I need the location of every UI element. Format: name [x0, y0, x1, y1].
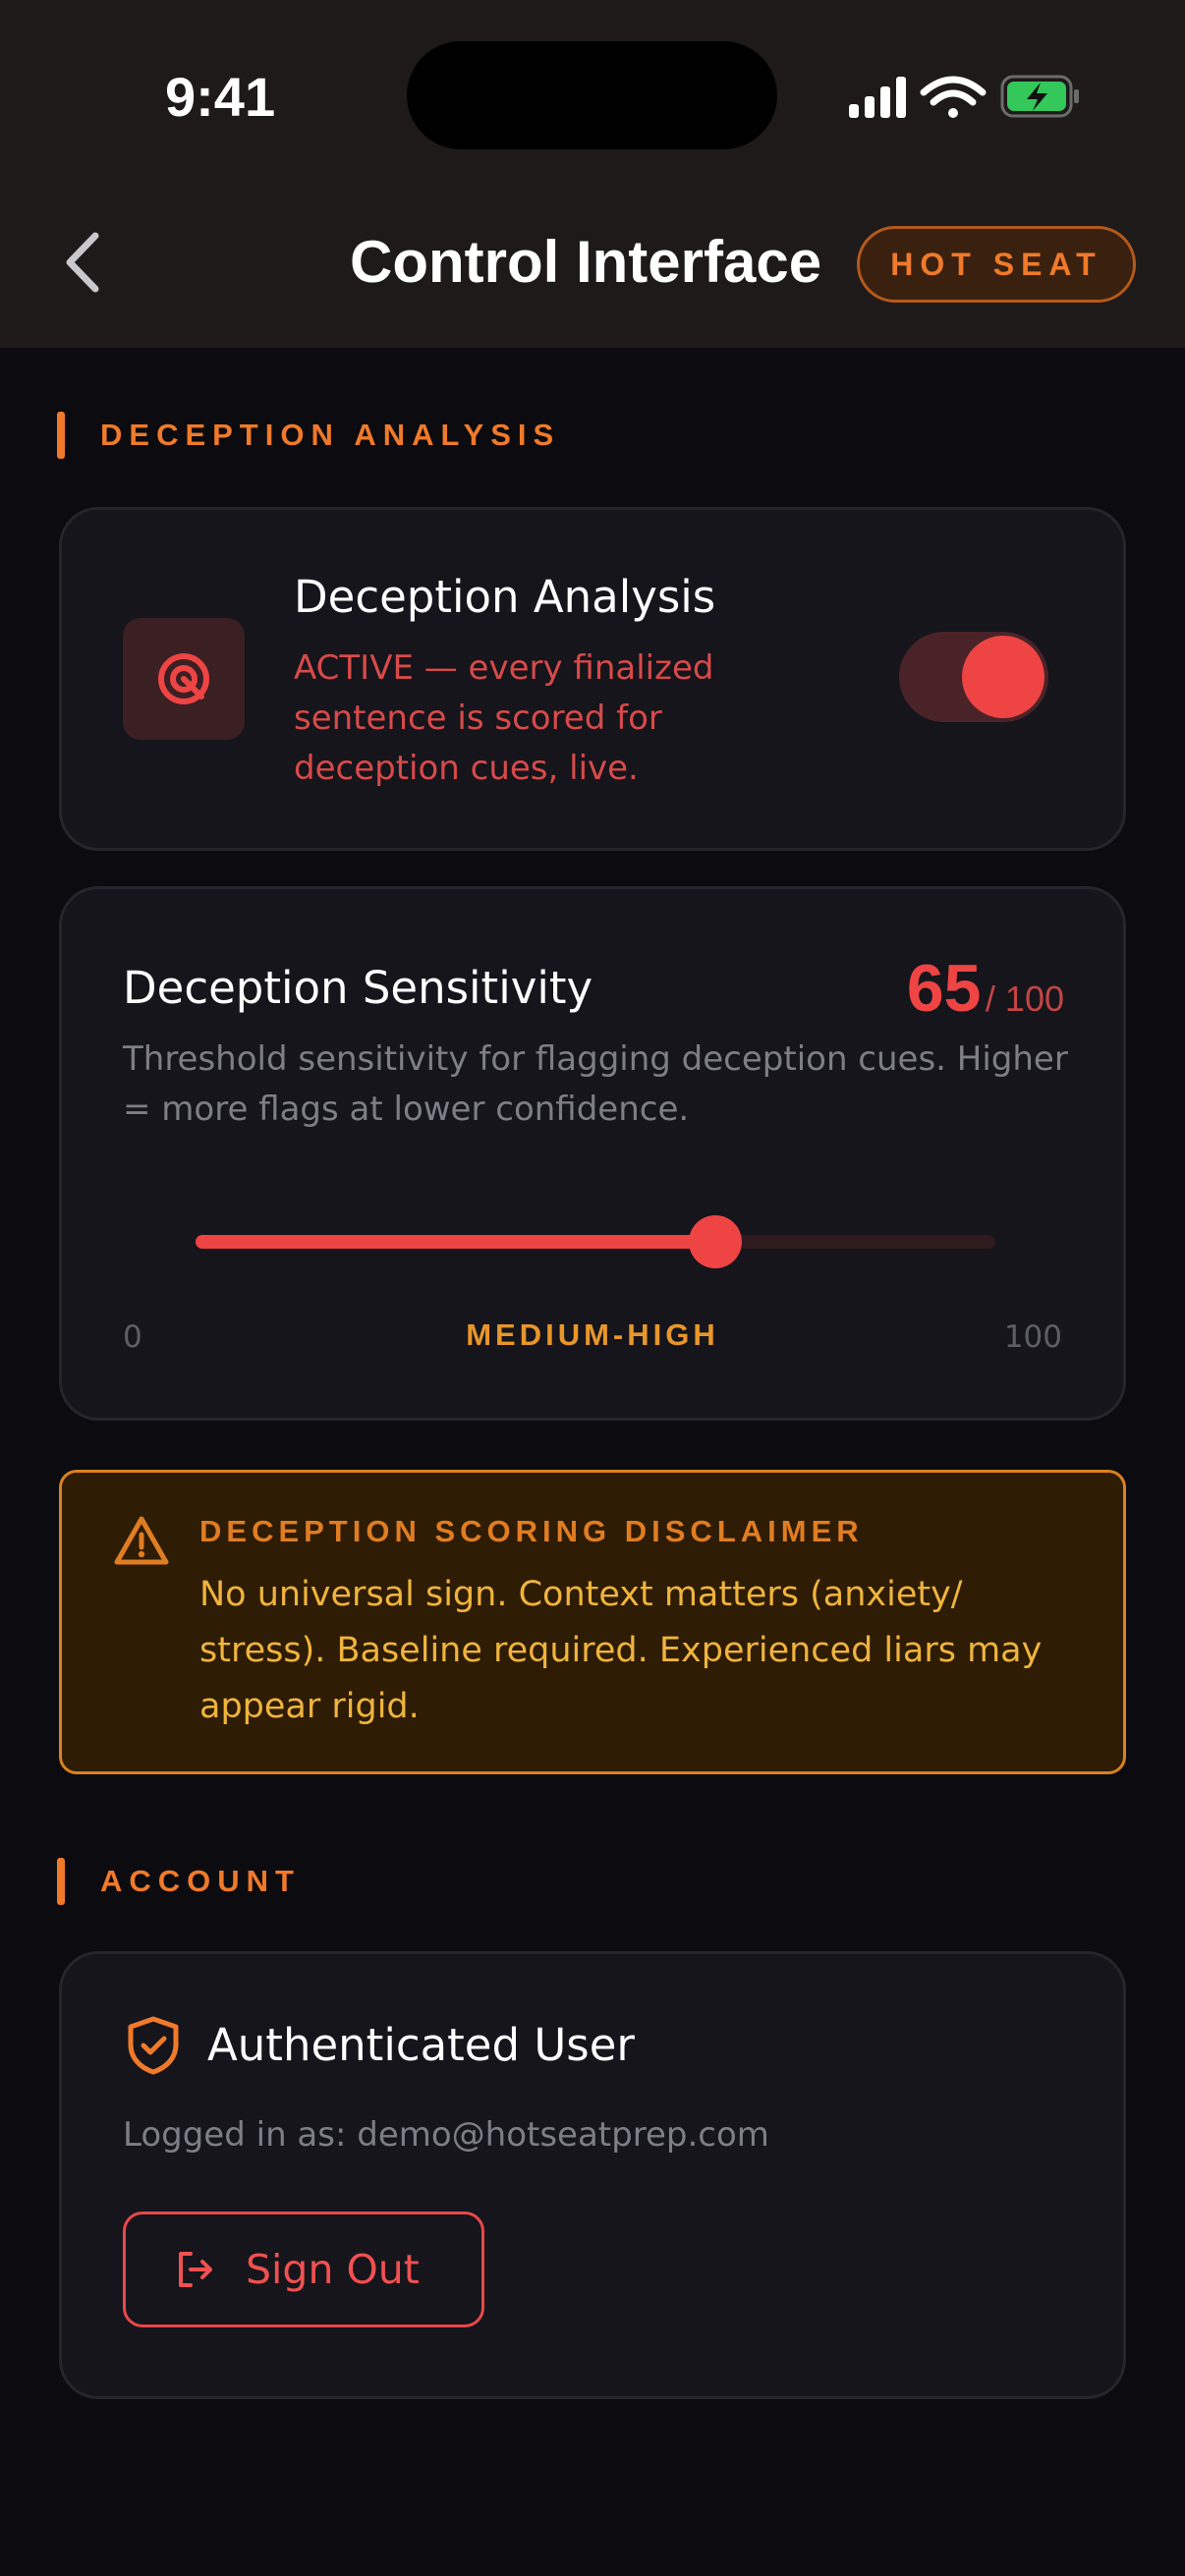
logged-in-text: Logged in as: demo@hotseatprep.com [123, 2115, 769, 2155]
target-icon-tile [123, 618, 245, 740]
hot-seat-badge: HOT SEAT [857, 226, 1136, 303]
dynamic-island [407, 41, 777, 149]
deception-analysis-toggle[interactable] [899, 632, 1048, 722]
analysis-status-text: ACTIVE — every finalized sentence is sco… [294, 648, 714, 788]
toggle-knob [962, 636, 1044, 718]
section-accent-bar [57, 1858, 65, 1905]
scale-max-label: 100 [1003, 1319, 1062, 1355]
sensitivity-title: Deception Sensitivity [123, 962, 593, 1014]
page-title: Control Interface [350, 229, 822, 295]
section-label: DECEPTION ANALYSIS [100, 418, 561, 452]
disclaimer-box: DECEPTION SCORING DISCLAIMER No universa… [59, 1470, 1126, 1774]
cellular-signal-icon [849, 77, 906, 118]
shield-check-icon [128, 2016, 179, 2075]
section-header-account: ACCOUNT [57, 1857, 301, 1906]
sensitivity-description: Threshold sensitivity for flagging decep… [123, 1039, 1068, 1129]
section-label: ACCOUNT [100, 1864, 301, 1898]
wifi-icon [920, 76, 987, 118]
target-icon [158, 653, 209, 704]
sign-out-icon [179, 2252, 212, 2287]
sensitivity-level-label: MEDIUM-HIGH [466, 1317, 719, 1352]
analysis-title: Deception Analysis [294, 571, 716, 623]
sensitivity-max: / 100 [985, 979, 1064, 1019]
slider-fill [196, 1235, 716, 1249]
disclaimer-title: DECEPTION SCORING DISCLAIMER [199, 1514, 864, 1548]
chevron-left-icon [66, 232, 99, 293]
status-time: 9:41 [165, 66, 276, 128]
status-icons [849, 75, 1079, 118]
back-button[interactable] [53, 218, 112, 307]
sensitivity-number: 65 [906, 951, 982, 1026]
warning-triangle-icon [114, 1516, 169, 1565]
sign-out-label: Sign Out [246, 2246, 420, 2293]
section-header-analysis: DECEPTION ANALYSIS [57, 411, 560, 460]
deception-sensitivity-card: Deception Sensitivity 65 / 100 Threshold… [59, 886, 1126, 1421]
top-bar: 9:41 Control Interface HOT SEAT [0, 0, 1185, 348]
sign-out-button[interactable]: Sign Out [123, 2212, 484, 2327]
account-card: Authenticated User Logged in as: demo@ho… [59, 1951, 1126, 2399]
account-title: Authenticated User [207, 2019, 635, 2071]
section-accent-bar [57, 412, 65, 459]
slider-thumb[interactable] [689, 1215, 743, 1268]
sensitivity-slider[interactable] [196, 1215, 995, 1268]
disclaimer-body: No universal sign. Context matters (anxi… [199, 1575, 1043, 1726]
deception-analysis-card: Deception Analysis ACTIVE — every finali… [59, 507, 1126, 851]
sensitivity-value: 65 / 100 [907, 950, 1064, 1027]
battery-charging-icon [1000, 75, 1079, 118]
